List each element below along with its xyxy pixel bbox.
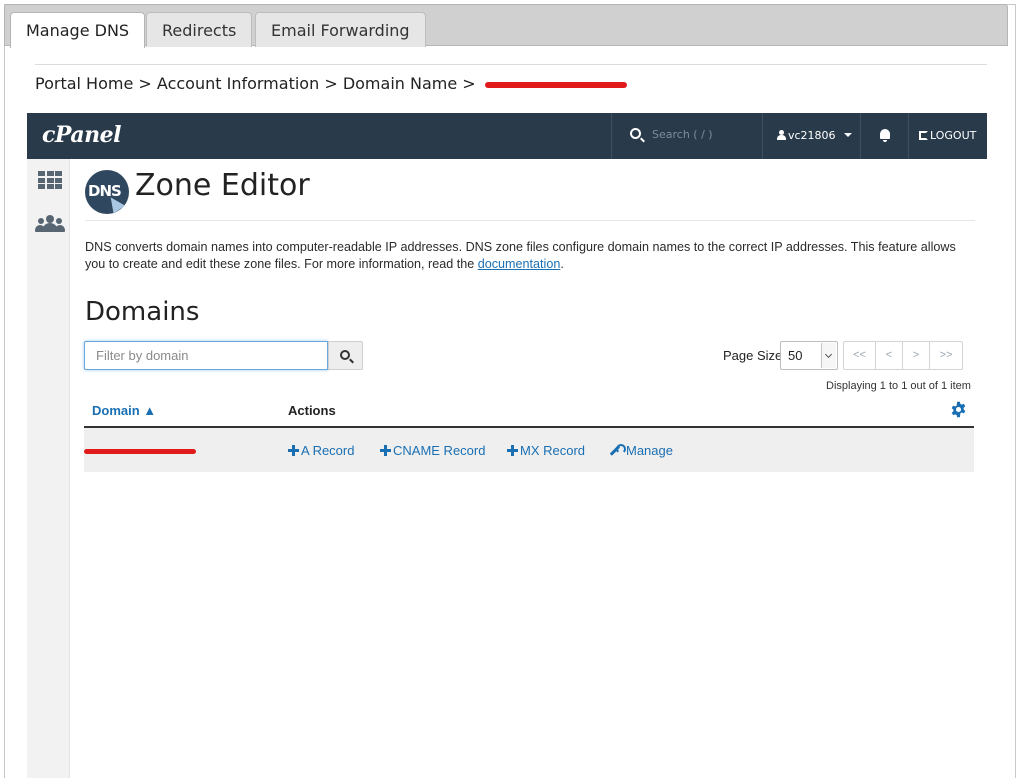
filter-search-button[interactable] bbox=[328, 341, 363, 370]
grid-icon[interactable] bbox=[38, 171, 62, 189]
plus-icon bbox=[507, 445, 518, 456]
content-area bbox=[71, 472, 987, 778]
displaying-count: Displaying 1 to 1 out of 1 item bbox=[826, 380, 971, 392]
pagination: << < > >> bbox=[843, 341, 963, 370]
dns-logo-icon: DNS bbox=[85, 170, 129, 214]
manage-link[interactable]: Manage bbox=[609, 443, 673, 458]
wrench-icon bbox=[609, 444, 626, 456]
page-description: DNS converts domain names into computer-… bbox=[85, 240, 956, 271]
logout-icon bbox=[919, 131, 928, 140]
tab-manage-dns[interactable]: Manage DNS bbox=[10, 12, 146, 48]
username: vc21806 bbox=[788, 129, 836, 142]
cpanel-header: cPanel Search ( / ) vc21806 LOGOUT bbox=[27, 113, 987, 159]
breadcrumb-separator: > bbox=[462, 74, 476, 93]
breadcrumb-separator: > bbox=[324, 74, 338, 93]
user-icon bbox=[777, 130, 786, 140]
breadcrumb-portal-home[interactable]: Portal Home bbox=[35, 74, 133, 93]
user-menu[interactable]: vc21806 bbox=[763, 113, 861, 159]
column-header-actions: Actions bbox=[288, 403, 336, 418]
header-search-placeholder: Search ( / ) bbox=[652, 128, 713, 141]
users-icon[interactable] bbox=[35, 215, 65, 235]
divider bbox=[35, 64, 987, 65]
search-icon bbox=[630, 128, 641, 139]
column-header-domain[interactable]: Domain ▲ bbox=[92, 403, 156, 418]
add-mx-record-link[interactable]: MX Record bbox=[507, 443, 585, 458]
plus-icon bbox=[380, 445, 391, 456]
logout-button[interactable]: LOGOUT bbox=[909, 113, 987, 159]
gear-icon[interactable] bbox=[950, 401, 967, 418]
add-a-record-link[interactable]: A Record bbox=[288, 443, 354, 458]
divider bbox=[85, 220, 975, 221]
header-search[interactable]: Search ( / ) bbox=[611, 113, 763, 159]
page-size-label: Page Size bbox=[723, 348, 783, 363]
first-page-button[interactable]: << bbox=[843, 341, 876, 370]
bell-icon bbox=[880, 129, 890, 142]
plus-icon bbox=[288, 445, 299, 456]
search-icon bbox=[340, 350, 350, 360]
breadcrumb-separator: > bbox=[138, 74, 152, 93]
cpanel-logo[interactable]: cPanel bbox=[42, 122, 121, 148]
breadcrumb-domain-name[interactable]: Domain Name bbox=[343, 74, 457, 93]
tab-redirects[interactable]: Redirects bbox=[146, 12, 253, 47]
tab-email-forwarding[interactable]: Email Forwarding bbox=[255, 12, 426, 47]
prev-page-button[interactable]: < bbox=[875, 341, 903, 370]
last-page-button[interactable]: >> bbox=[929, 341, 963, 370]
page-title: Zone Editor bbox=[135, 168, 310, 203]
redacted-domain bbox=[484, 81, 627, 88]
caret-down-icon bbox=[843, 133, 852, 137]
sidebar bbox=[27, 159, 70, 778]
notifications-button[interactable] bbox=[861, 113, 909, 159]
tab-bar: Manage DNS Redirects Email Forwarding bbox=[4, 4, 1008, 48]
add-cname-record-link[interactable]: CNAME Record bbox=[380, 443, 485, 458]
breadcrumb: Portal Home > Account Information > Doma… bbox=[35, 74, 627, 93]
section-title: Domains bbox=[85, 297, 200, 327]
next-page-button[interactable]: > bbox=[902, 341, 930, 370]
breadcrumb-account-information[interactable]: Account Information bbox=[157, 74, 319, 93]
filter-domain-input[interactable] bbox=[84, 341, 328, 370]
chevron-down-icon bbox=[821, 343, 836, 368]
logout-label: LOGOUT bbox=[930, 129, 977, 142]
page-size-select[interactable]: 50 bbox=[780, 341, 838, 370]
redacted-domain bbox=[84, 449, 196, 454]
documentation-link[interactable]: documentation bbox=[478, 257, 561, 271]
